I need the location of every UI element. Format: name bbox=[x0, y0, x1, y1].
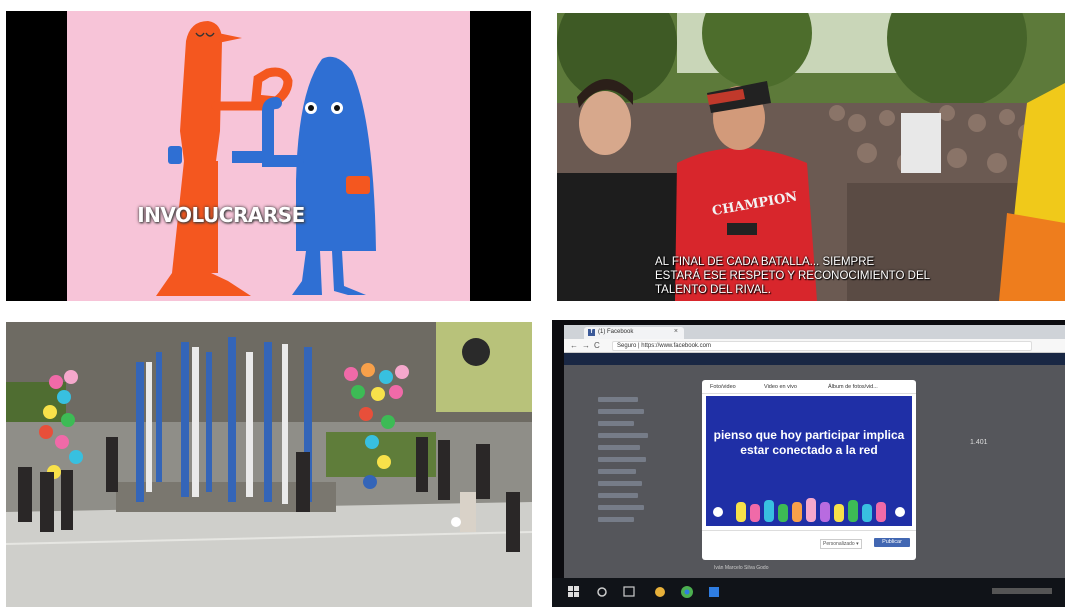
sidebar-item bbox=[598, 409, 644, 414]
sidebar-item bbox=[598, 445, 640, 450]
rap-battle-panel: CHAMPION AL FINAL DE CADA BATALLA... SIE… bbox=[557, 13, 1065, 301]
cartoon-figures-illustration bbox=[156, 21, 376, 296]
sidebar-item bbox=[598, 493, 638, 498]
audience-selector[interactable]: Personalizado ▾ bbox=[820, 539, 862, 549]
post-background[interactable]: pienso que hoy participar implica estar … bbox=[706, 396, 912, 526]
animation-caption: INVOLUCRARSE bbox=[137, 203, 305, 227]
taskbar-icons bbox=[568, 586, 1052, 598]
browser-tabbar: f (1) Facebook × bbox=[564, 325, 1065, 339]
sidebar-item bbox=[598, 505, 644, 510]
tab-title: (1) Facebook bbox=[598, 329, 634, 335]
close-icon[interactable]: × bbox=[674, 328, 678, 335]
composer-footer: Personalizado ▾ Publicar bbox=[702, 530, 916, 560]
url-field[interactable]: Seguro | https://www.facebook.com bbox=[612, 341, 1032, 351]
tab-photo-album[interactable]: Álbum de fotos/vid... bbox=[828, 384, 878, 390]
composer-tabs: Foto/video Video en vivo Álbum de fotos/… bbox=[702, 380, 916, 394]
post-text[interactable]: pienso que hoy participar implica estar … bbox=[710, 428, 908, 458]
sidebar-item bbox=[598, 481, 642, 486]
colorful-hands-illustration bbox=[713, 498, 905, 522]
courtyard-scene-illustration bbox=[6, 322, 532, 607]
sidebar-item bbox=[598, 469, 636, 474]
sidebar-item bbox=[598, 457, 646, 462]
navigation-icons[interactable]: ←→C bbox=[570, 341, 604, 350]
browser-window: f (1) Facebook × ←→C Seguro | https://ww… bbox=[564, 325, 1065, 590]
sidebar-item bbox=[598, 397, 638, 402]
post-composer-modal: Foto/video Video en vivo Álbum de fotos/… bbox=[702, 380, 916, 560]
facebook-screen-panel: f (1) Facebook × ←→C Seguro | https://ww… bbox=[552, 320, 1065, 607]
subtitle-line: AL FINAL DE CADA BATALLA... SIEMPRE bbox=[655, 256, 875, 268]
subtitle-caption: AL FINAL DE CADA BATALLA... SIEMPRE ESTA… bbox=[655, 255, 985, 297]
courtyard-panel bbox=[6, 322, 532, 607]
animation-panel: INVOLUCRARSE bbox=[6, 11, 531, 301]
publish-button[interactable]: Publicar bbox=[874, 538, 910, 547]
browser-tab[interactable]: f (1) Facebook × bbox=[584, 327, 684, 339]
user-name: Iván Marcelo Silva Godo bbox=[714, 565, 769, 571]
subtitle-line: ESTARÁ ESE RESPETO Y RECONOCIMIENTO DEL bbox=[655, 270, 931, 282]
tab-live-video[interactable]: Video en vivo bbox=[764, 384, 797, 390]
sidebar-item bbox=[598, 421, 634, 426]
address-bar: ←→C Seguro | https://www.facebook.com bbox=[564, 339, 1065, 353]
sidebar-item bbox=[598, 433, 648, 438]
subtitle-line: TALENTO DEL RIVAL. bbox=[655, 284, 771, 296]
sidebar-item bbox=[598, 517, 634, 522]
facebook-icon: f bbox=[588, 329, 595, 336]
like-count: 1.401 bbox=[970, 439, 988, 446]
windows-taskbar bbox=[552, 578, 1065, 607]
tab-photo-video[interactable]: Foto/video bbox=[710, 384, 736, 390]
